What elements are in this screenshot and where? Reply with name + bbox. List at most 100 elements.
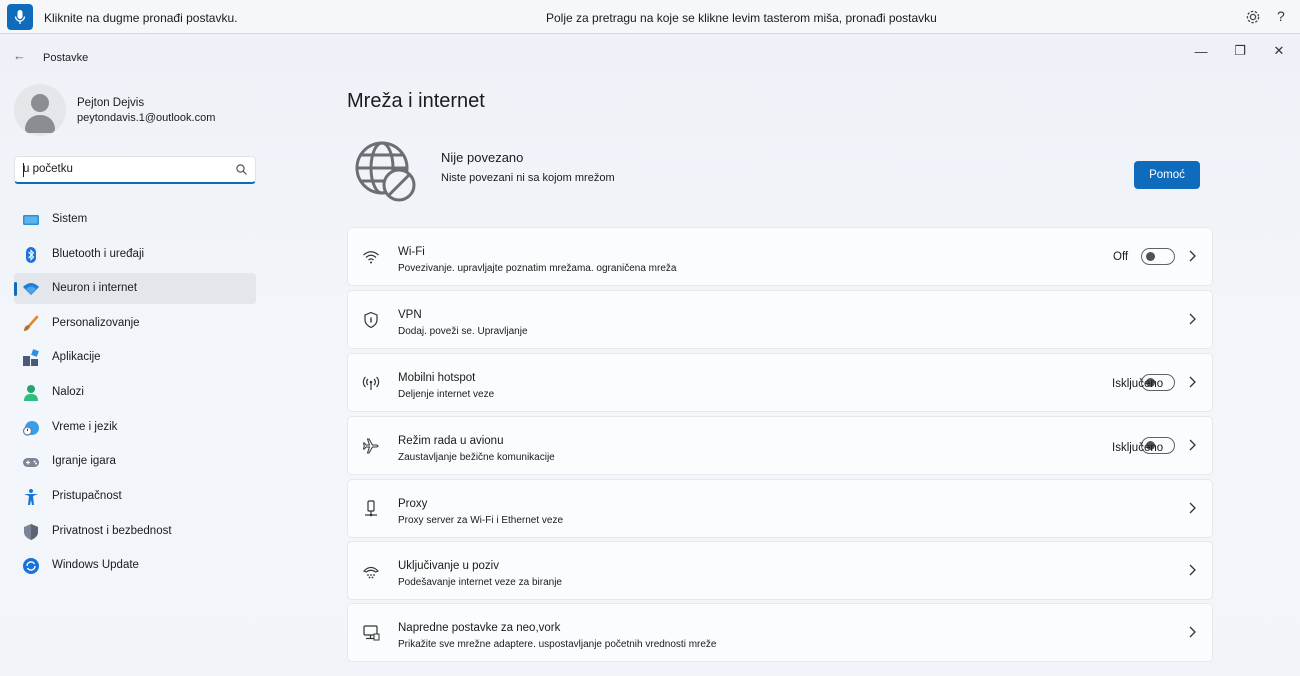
instruction-bar: Kliknite na dugme pronađi postavku. Polj…: [0, 0, 1300, 34]
card-subtitle: Dodaj. poveži se. Upravljanje: [398, 326, 528, 337]
sidebar-item-gaming[interactable]: Igranje igara: [14, 446, 256, 477]
sidebar-item-network[interactable]: Neuron i internet: [14, 273, 256, 304]
card-title: Mobilni hotspot: [398, 372, 476, 384]
chevron-right-icon: [1186, 249, 1198, 263]
sidebar-item-apps[interactable]: Aplikacije: [14, 342, 256, 373]
card-advanced-network-settings[interactable]: Napredne postavke za neo,vork Prikažite …: [347, 603, 1213, 662]
shield-icon: [22, 523, 40, 541]
search-box[interactable]: [14, 156, 256, 184]
chevron-right-icon: [1186, 625, 1198, 639]
airplane-toggle-label: Isključeno: [1112, 442, 1164, 454]
sidebar-item-bluetooth[interactable]: Bluetooth i uređaji: [14, 239, 256, 270]
wifi-icon: [362, 248, 380, 266]
disconnected-globe-icon: [352, 138, 420, 206]
avatar-head: [31, 94, 49, 112]
card-subtitle: Deljenje internet veze: [398, 389, 495, 400]
wifi-toggle[interactable]: [1141, 248, 1175, 265]
sidebar-item-label: Vreme i jezik: [52, 421, 118, 433]
close-button[interactable]: ✕: [1262, 40, 1296, 62]
search-icon[interactable]: [235, 163, 249, 177]
brush-icon: [22, 315, 40, 333]
microphone-icon[interactable]: [7, 4, 33, 30]
card-title: Režim rada u avionu: [398, 435, 504, 447]
card-subtitle: Povezivanje. upravljajte poznatim mrežam…: [398, 263, 677, 274]
minimize-button[interactable]: —: [1184, 40, 1218, 62]
sidebar-item-label: Aplikacije: [52, 351, 101, 363]
avatar-body: [25, 115, 55, 133]
page-title: Mreža i internet: [347, 90, 485, 112]
chevron-right-icon: [1186, 312, 1198, 326]
gamepad-icon: [22, 453, 40, 471]
card-dial-up[interactable]: Uključivanje u poziv Podešavanje interne…: [347, 541, 1213, 600]
sidebar-item-label: Personalizovanje: [52, 317, 140, 329]
sidebar-item-label: Pristupačnost: [52, 490, 122, 502]
card-airplane-mode[interactable]: Režim rada u avionu Zaustavljanje bežičn…: [347, 416, 1213, 475]
hotspot-icon: [362, 374, 380, 392]
clock-globe-icon: [22, 419, 40, 437]
chevron-right-icon: [1186, 438, 1198, 452]
apps-icon: [22, 349, 40, 367]
chevron-right-icon: [1186, 375, 1198, 389]
sidebar-item-label: Sistem: [52, 213, 88, 225]
user-email: peytondavis.1@outlook.com: [77, 112, 216, 124]
card-title: VPN: [398, 309, 422, 321]
back-arrow-icon[interactable]: ←: [13, 48, 26, 63]
sidebar-item-accounts[interactable]: Nalozi: [14, 377, 256, 408]
accessibility-icon: [22, 488, 40, 506]
monitor-icon: [22, 211, 40, 229]
help-icon[interactable]: ?: [1277, 8, 1285, 24]
sidebar-item-windows-update[interactable]: Windows Update: [14, 550, 256, 581]
sidebar-item-label: Windows Update: [52, 559, 139, 571]
connection-status-title: Nije povezano: [441, 150, 524, 165]
sidebar-item-label: Bluetooth i uređaji: [52, 248, 145, 260]
selected-indicator: [14, 282, 17, 296]
sidebar-item-time-language[interactable]: Vreme i jezik: [14, 412, 256, 443]
vpn-shield-icon: [362, 311, 380, 329]
sidebar-item-personalization[interactable]: Personalizovanje: [14, 308, 256, 339]
user-name: Pejton Dejvis: [77, 97, 145, 109]
card-subtitle: Prikažite sve mrežne adaptere. uspostavl…: [398, 639, 717, 650]
help-button[interactable]: Pomoć: [1134, 161, 1200, 189]
app-title: Postavke: [43, 52, 89, 64]
sidebar-item-label: Privatnost i bezbednost: [52, 525, 172, 537]
dialup-icon: [362, 562, 380, 580]
airplane-icon: [362, 437, 380, 455]
sidebar-item-system[interactable]: Sistem: [14, 204, 256, 235]
wifi-toggle-label: Off: [1113, 251, 1129, 263]
instruction-text: Kliknite na dugme pronađi postavku.: [44, 11, 238, 25]
card-proxy[interactable]: Proxy Proxy server za Wi-Fi i Ethernet v…: [347, 479, 1213, 538]
card-subtitle: Zaustavljanje bežične komunikacije: [398, 452, 555, 463]
person-icon: [22, 384, 40, 402]
wifi-icon: [22, 280, 40, 298]
instruction-detail-text: Polje za pretragu na koje se klikne levi…: [546, 11, 937, 25]
search-input[interactable]: [23, 163, 223, 175]
card-title: Proxy: [398, 498, 428, 510]
chevron-right-icon: [1186, 563, 1198, 577]
sidebar-item-label: Nalozi: [52, 386, 84, 398]
sidebar-item-label: Neuron i internet: [52, 282, 138, 294]
update-icon: [22, 557, 40, 575]
card-subtitle: Podešavanje internet veze za biranje: [398, 577, 562, 588]
card-title: Wi-Fi: [398, 246, 425, 258]
avatar[interactable]: [14, 84, 66, 136]
title-bar: ← Postavke — ❐ ✕: [0, 34, 1300, 78]
sidebar-item-accessibility[interactable]: Pristupačnost: [14, 481, 256, 512]
text-caret: [23, 163, 24, 177]
hotspot-toggle-label: Isključeno: [1112, 378, 1164, 390]
connection-status-subtitle: Niste povezani ni sa kojom mrežom: [441, 172, 615, 184]
gear-icon[interactable]: [1244, 8, 1262, 26]
card-mobile-hotspot[interactable]: Mobilni hotspot Deljenje internet veze I…: [347, 353, 1213, 412]
bluetooth-icon: [22, 246, 40, 264]
toggle-knob: [1146, 252, 1155, 261]
chevron-right-icon: [1186, 501, 1198, 515]
settings-window: ← Postavke — ❐ ✕ Pejton Dejvis peytondav…: [0, 34, 1300, 676]
restore-button[interactable]: ❐: [1223, 40, 1257, 62]
card-subtitle: Proxy server za Wi-Fi i Ethernet veze: [398, 515, 564, 526]
network-pc-icon: [362, 624, 380, 642]
sidebar-item-privacy[interactable]: Privatnost i bezbednost: [14, 516, 256, 547]
sidebar-item-label: Igranje igara: [52, 455, 116, 467]
card-wifi[interactable]: Wi-Fi Povezivanje. upravljajte poznatim …: [347, 227, 1213, 286]
card-vpn[interactable]: VPN Dodaj. poveži se. Upravljanje: [347, 290, 1213, 349]
proxy-icon: [362, 500, 380, 518]
card-title: Uključivanje u poziv: [398, 560, 499, 572]
